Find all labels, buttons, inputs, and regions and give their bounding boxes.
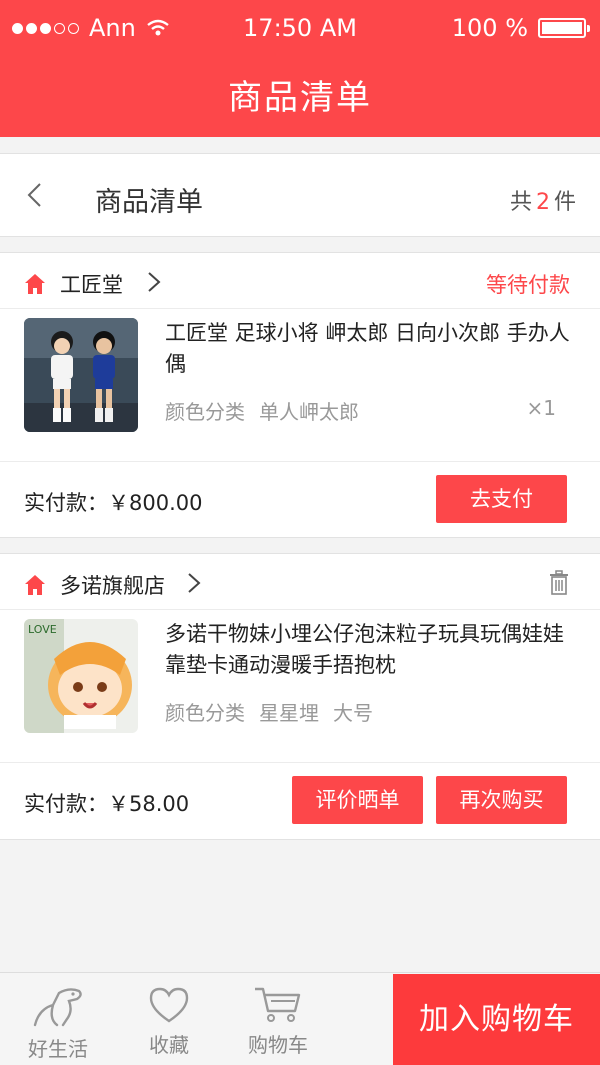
count-number: 2	[535, 190, 550, 215]
status-bar: Ann 17:50 AM 100 %	[0, 0, 600, 55]
product-spec: 颜色分类 单人岬太郎	[165, 396, 373, 425]
product-image[interactable]: LOVE	[24, 619, 138, 733]
heart-icon	[149, 987, 189, 1023]
spec-value: 星星埋	[259, 701, 319, 725]
tab-favorites[interactable]: 收藏	[134, 973, 204, 1065]
back-arrow-icon[interactable]	[22, 180, 52, 210]
dinosaur-icon	[33, 988, 82, 1027]
tab-good-life[interactable]: 好生活	[18, 973, 98, 1065]
spec-label: 颜色分类	[165, 400, 245, 424]
buy-again-button[interactable]: 再次购买	[436, 776, 567, 824]
product-spec: 颜色分类 星星埋 大号	[165, 697, 387, 726]
battery-status: 100 %	[451, 14, 590, 42]
chevron-right-icon	[148, 272, 161, 292]
count-suffix: 件	[553, 190, 576, 215]
pay-amount: ￥800.00	[108, 491, 203, 515]
spec-label: 颜色分类	[165, 701, 245, 725]
list-header: 商品清单 共2件	[0, 153, 600, 237]
tab-cart[interactable]: 购物车	[238, 973, 318, 1065]
order-status: 等待付款	[486, 273, 570, 297]
review-button[interactable]: 评价晒单	[292, 776, 423, 824]
thumb-text: LOVE	[28, 623, 57, 636]
pay-button[interactable]: 去支付	[436, 475, 567, 523]
payment-amount: 实付款：￥58.00	[24, 788, 189, 818]
product-item[interactable]: LOVE 多诺干物妹小埋公仔泡沫粒子玩具玩偶娃娃靠垫卡通动漫暖手捂抱枕 颜色分类…	[0, 611, 600, 763]
payment-row: 实付款：￥58.00 评价晒单 再次购买	[0, 764, 600, 838]
trash-icon[interactable]	[548, 570, 570, 596]
battery-label: 100 %	[451, 14, 528, 42]
shop-row[interactable]: 多诺旗舰店	[0, 554, 600, 610]
list-title: 商品清单	[95, 187, 203, 218]
spec-value: 大号	[333, 701, 373, 725]
tab-label: 好生活	[28, 1037, 88, 1061]
cart-icon	[255, 987, 301, 1022]
shop-home-icon	[25, 274, 45, 294]
item-count: 共2件	[510, 184, 576, 216]
battery-icon	[538, 18, 590, 38]
product-item[interactable]: 工匠堂 足球小将 岬太郎 日向小次郎 手办人偶 颜色分类 单人岬太郎 ×1	[0, 310, 600, 462]
app-header: Ann 17:50 AM 100 % 商品清单	[0, 0, 600, 137]
spec-value: 单人岬太郎	[259, 400, 359, 424]
payment-amount: 实付款：￥800.00	[24, 487, 202, 517]
shop-name[interactable]: 多诺旗舰店	[60, 570, 165, 600]
payment-row: 实付款：￥800.00 去支付	[0, 463, 600, 537]
order-card: 工匠堂 等待付款 工匠堂 足球小将 岬太郎 日向小次郎 手办人偶 颜色分类 单人…	[0, 252, 600, 538]
product-title[interactable]: 工匠堂 足球小将 岬太郎 日向小次郎 手办人偶	[165, 318, 575, 380]
shop-home-icon	[25, 575, 45, 595]
tab-label: 购物车	[248, 1033, 308, 1057]
order-card: 多诺旗舰店 LOVE 多诺干物妹小埋公仔泡沫粒子玩具玩偶娃娃靠垫卡通动漫暖手捂抱…	[0, 553, 600, 840]
count-prefix: 共	[509, 190, 532, 215]
tab-label: 收藏	[149, 1033, 189, 1057]
product-image[interactable]	[24, 318, 138, 432]
product-quantity: ×1	[526, 396, 556, 420]
shop-name[interactable]: 工匠堂	[60, 269, 123, 299]
add-to-cart-button[interactable]: 加入购物车	[393, 974, 600, 1065]
product-title[interactable]: 多诺干物妹小埋公仔泡沫粒子玩具玩偶娃娃靠垫卡通动漫暖手捂抱枕	[165, 619, 575, 681]
page-title: 商品清单	[228, 78, 372, 118]
pay-label: 实付款：	[24, 792, 108, 816]
shop-row[interactable]: 工匠堂 等待付款	[0, 253, 600, 309]
chevron-right-icon	[188, 573, 201, 593]
pay-label: 实付款：	[24, 491, 108, 515]
pay-amount: ￥58.00	[108, 792, 190, 816]
